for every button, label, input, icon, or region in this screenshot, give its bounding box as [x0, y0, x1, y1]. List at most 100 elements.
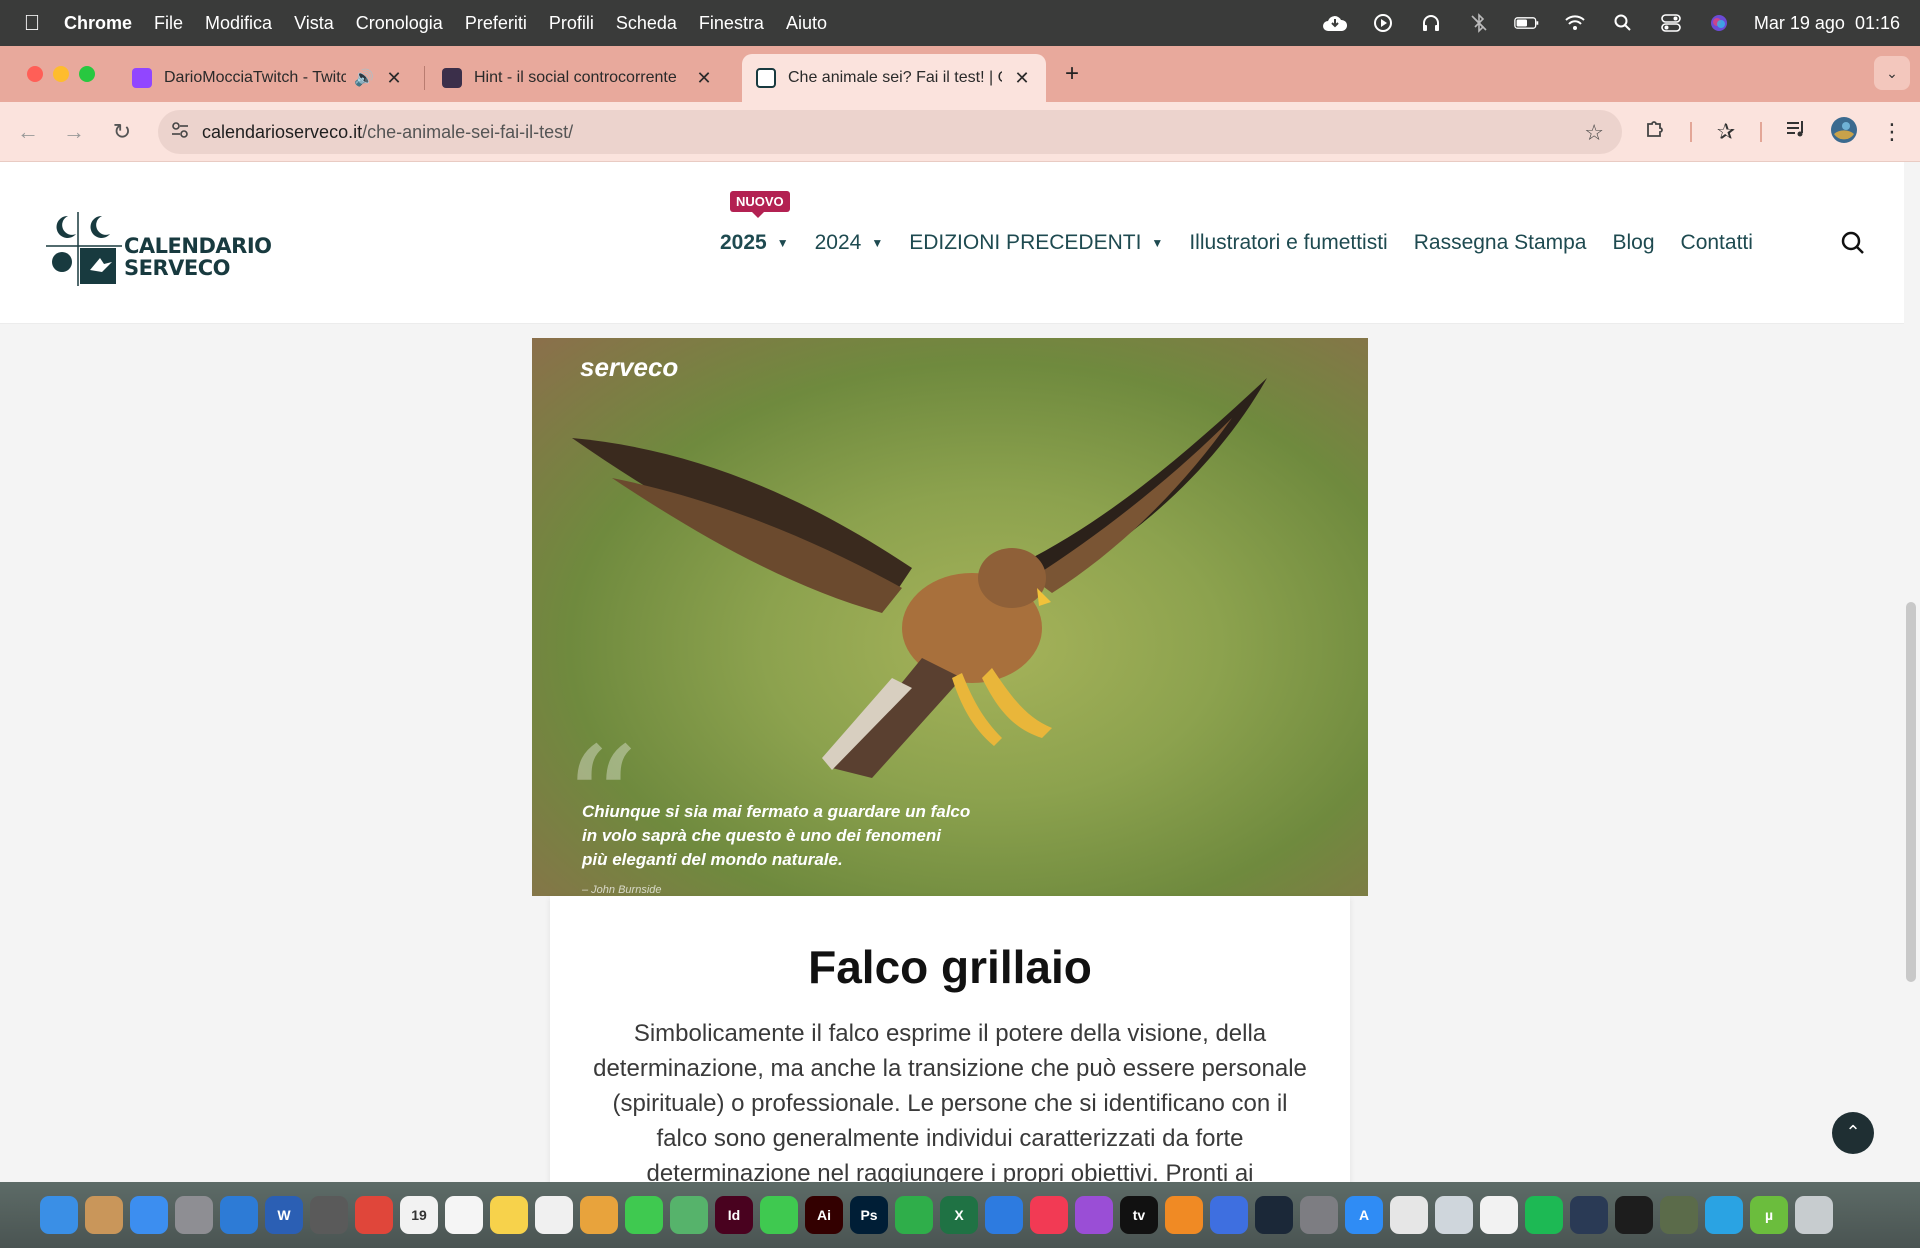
- settings-icon[interactable]: [1300, 1196, 1338, 1234]
- chevron-down-icon: ▼: [871, 236, 884, 250]
- photos-icon[interactable]: [580, 1196, 618, 1234]
- calendario-serveco-logo[interactable]: CALENDARIO SERVECO: [44, 206, 272, 286]
- books-icon[interactable]: [1165, 1196, 1203, 1234]
- window-minimize-button[interactable]: [53, 66, 69, 82]
- window-zoom-button[interactable]: [79, 66, 95, 82]
- forward-arrow-icon[interactable]: →: [58, 116, 90, 148]
- media-control-icon[interactable]: [1780, 116, 1812, 148]
- back-to-top-button[interactable]: ⌃: [1832, 1112, 1874, 1154]
- siri-icon[interactable]: [1706, 12, 1732, 34]
- menu-aiuto[interactable]: Aiuto: [786, 13, 827, 34]
- spotify-icon[interactable]: [1525, 1196, 1563, 1234]
- game-icon[interactable]: [1660, 1196, 1698, 1234]
- freeform-icon[interactable]: [535, 1196, 573, 1234]
- page-scrollbar[interactable]: [1906, 602, 1916, 982]
- contacts-icon[interactable]: [85, 1196, 123, 1234]
- menu-profili[interactable]: Profili: [549, 13, 594, 34]
- keynote-icon[interactable]: [985, 1196, 1023, 1234]
- site-search-icon[interactable]: [1840, 230, 1866, 256]
- speaker-icon[interactable]: 🔊: [354, 68, 374, 88]
- cloud-icon[interactable]: [1322, 12, 1348, 34]
- notes-icon[interactable]: [490, 1196, 528, 1234]
- indesign-icon[interactable]: Id: [715, 1196, 753, 1234]
- tab-hint[interactable]: Hint - il social controcorrente ✕: [428, 54, 728, 102]
- terminal-icon[interactable]: [1615, 1196, 1653, 1234]
- new-tab-button[interactable]: +: [1058, 60, 1086, 88]
- menu-modifica[interactable]: Modifica: [205, 13, 272, 34]
- reload-icon[interactable]: ↻: [106, 116, 138, 148]
- bluetooth-off-icon[interactable]: [1466, 12, 1492, 34]
- appstore-icon[interactable]: A: [1345, 1196, 1383, 1234]
- messages-icon[interactable]: [625, 1196, 663, 1234]
- reminders-icon[interactable]: [445, 1196, 483, 1234]
- tab-close-icon[interactable]: ✕: [384, 68, 404, 89]
- apple-icon[interactable]: : [0, 10, 64, 36]
- site-header: CALENDARIO SERVECO NUOVO 2025 ▼ 2024 ▼ E…: [0, 162, 1904, 324]
- photoshop-icon[interactable]: Ps: [850, 1196, 888, 1234]
- profile-avatar[interactable]: [1828, 116, 1860, 148]
- menu-preferiti[interactable]: Preferiti: [465, 13, 527, 34]
- hint-favicon-icon: [442, 68, 462, 88]
- finder-icon[interactable]: [40, 1196, 78, 1234]
- tab-search-chevron-icon[interactable]: ⌄: [1874, 56, 1910, 90]
- calculator-icon[interactable]: [310, 1196, 348, 1234]
- bookmark-star-icon[interactable]: ☆: [1584, 120, 1604, 146]
- preview-icon[interactable]: [1390, 1196, 1428, 1234]
- menu-scheda[interactable]: Scheda: [616, 13, 677, 34]
- nav-item-rassegna-stampa[interactable]: Rassegna Stampa: [1414, 231, 1587, 255]
- nav-item-blog[interactable]: Blog: [1613, 231, 1655, 255]
- trash-icon[interactable]: [1795, 1196, 1833, 1234]
- launchpad-icon[interactable]: [175, 1196, 213, 1234]
- tab-twitch[interactable]: DarioMocciaTwitch - Twitch 🔊 ✕: [118, 54, 418, 102]
- podcasts-icon[interactable]: [1075, 1196, 1113, 1234]
- steam-icon[interactable]: [1255, 1196, 1293, 1234]
- excel-icon[interactable]: X: [940, 1196, 978, 1234]
- battery-icon[interactable]: [1514, 12, 1540, 34]
- facetime-icon[interactable]: [760, 1196, 798, 1234]
- tab-close-icon[interactable]: ✕: [1012, 68, 1032, 89]
- nav-item-2025[interactable]: NUOVO 2025 ▼: [720, 191, 790, 255]
- nav-item-edizioni-precedenti[interactable]: EDIZIONI PRECEDENTI ▼: [909, 231, 1163, 255]
- headphones-icon[interactable]: [1418, 12, 1444, 34]
- quicktime-icon[interactable]: [1570, 1196, 1608, 1234]
- bookmarks-icon[interactable]: ✰: [1710, 116, 1742, 148]
- maps-icon[interactable]: [670, 1196, 708, 1234]
- numbers-icon[interactable]: [895, 1196, 933, 1234]
- kebab-menu-icon[interactable]: ⋮: [1876, 116, 1908, 148]
- nav-item-contatti[interactable]: Contatti: [1681, 231, 1753, 255]
- menu-vista[interactable]: Vista: [294, 13, 334, 34]
- falcon-hero-image: serveco “ Chiunque si sia mai fermato a …: [532, 338, 1368, 896]
- word-icon[interactable]: W: [265, 1196, 303, 1234]
- appletv-icon[interactable]: tv: [1120, 1196, 1158, 1234]
- control-center-icon[interactable]: [1658, 12, 1684, 34]
- utorrent-icon[interactable]: µ: [1750, 1196, 1788, 1234]
- menu-finestra[interactable]: Finestra: [699, 13, 764, 34]
- url-text[interactable]: calendarioserveco.it/che-animale-sei-fai…: [202, 122, 573, 143]
- wifi-icon[interactable]: [1562, 12, 1588, 34]
- calendar-icon[interactable]: 19: [400, 1196, 438, 1234]
- telegram-icon[interactable]: [1705, 1196, 1743, 1234]
- menu-app-name[interactable]: Chrome: [64, 13, 132, 34]
- address-bar[interactable]: calendarioserveco.it/che-animale-sei-fai…: [158, 110, 1622, 154]
- nav-item-illustratori[interactable]: Illustratori e fumettisti: [1189, 231, 1387, 255]
- window-close-button[interactable]: [27, 66, 43, 82]
- finder-window-icon[interactable]: [1435, 1196, 1473, 1234]
- textedit-icon[interactable]: [1480, 1196, 1518, 1234]
- nav-item-2024[interactable]: 2024 ▼: [815, 231, 884, 255]
- tab-close-icon[interactable]: ✕: [694, 68, 714, 89]
- music-icon[interactable]: [1030, 1196, 1068, 1234]
- play-icon[interactable]: [1370, 12, 1396, 34]
- spotlight-icon[interactable]: [1610, 12, 1636, 34]
- illustrator-icon[interactable]: Ai: [805, 1196, 843, 1234]
- back-arrow-icon[interactable]: ←: [12, 116, 44, 148]
- mail-icon[interactable]: [130, 1196, 168, 1234]
- menubar-clock[interactable]: Mar 19 ago 01:16: [1754, 13, 1900, 34]
- testflight-icon[interactable]: [220, 1196, 258, 1234]
- notion-icon[interactable]: [1210, 1196, 1248, 1234]
- menu-cronologia[interactable]: Cronologia: [356, 13, 443, 34]
- menu-file[interactable]: File: [154, 13, 183, 34]
- chrome-icon[interactable]: [355, 1196, 393, 1234]
- site-info-icon[interactable]: [158, 120, 202, 145]
- extensions-icon[interactable]: [1640, 116, 1672, 148]
- tab-serveco[interactable]: Che animale sei? Fai il test! | Calendar…: [742, 54, 1046, 102]
